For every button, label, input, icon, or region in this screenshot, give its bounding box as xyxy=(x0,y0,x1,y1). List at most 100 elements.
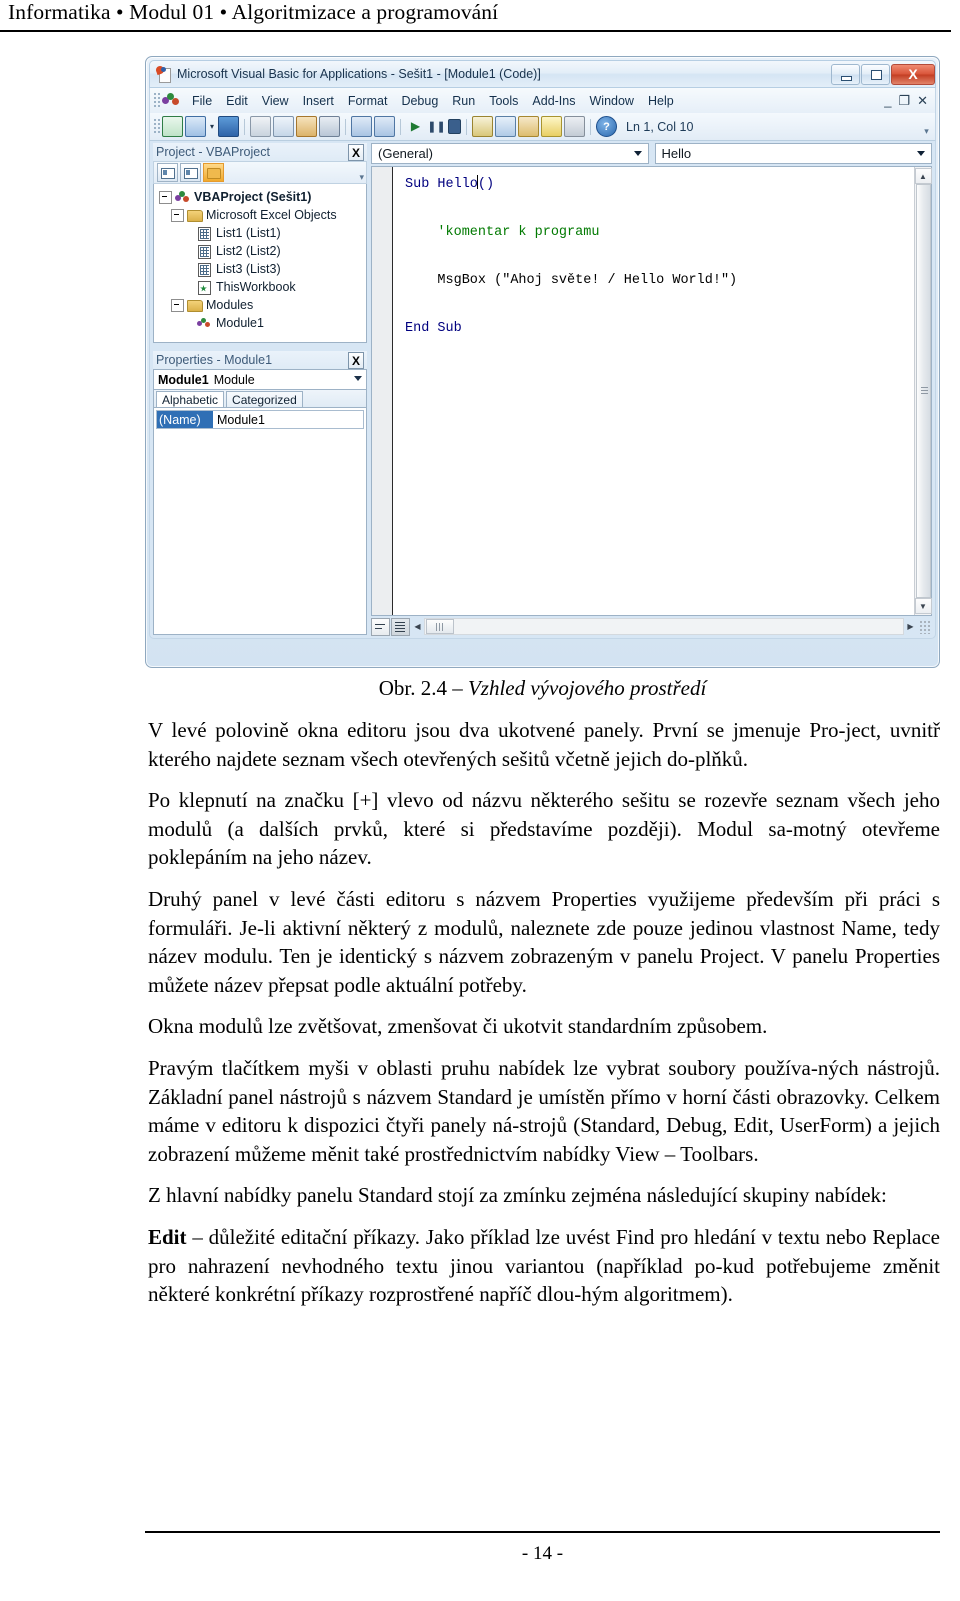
tree-item-vbaproject[interactable]: VBAProject (Sešit1) xyxy=(159,188,364,206)
view-object-icon[interactable] xyxy=(180,163,201,182)
menu-item-tools[interactable]: Tools xyxy=(482,92,525,110)
insert-dropdown-arrow-icon[interactable]: ▾ xyxy=(208,117,216,136)
horizontal-scroll-thumb[interactable] xyxy=(426,619,454,634)
tree-item-excel-objects[interactable]: Microsoft Excel Objects xyxy=(171,206,364,224)
code-vertical-scrollbar[interactable]: ▲ ▼ xyxy=(914,167,932,615)
maximize-icon xyxy=(871,69,882,80)
break-icon[interactable]: ❚❚ xyxy=(427,117,446,136)
help-icon[interactable]: ? xyxy=(596,116,617,137)
tree-item-thisworkbook[interactable]: ThisWorkbook xyxy=(183,278,364,296)
menu-bar-grip[interactable] xyxy=(153,92,161,109)
minimize-button[interactable] xyxy=(831,63,860,85)
vertical-scroll-track[interactable] xyxy=(915,184,931,598)
toolbar-separator xyxy=(345,118,346,135)
tab-alphabetic[interactable]: Alphabetic xyxy=(156,391,225,407)
maximize-button[interactable] xyxy=(861,63,890,85)
design-mode-icon[interactable] xyxy=(472,116,493,137)
code-text-area[interactable]: Sub Hello() 'komentar k programu MsgBox … xyxy=(393,167,914,615)
properties-grid[interactable]: (Name) Module1 xyxy=(153,407,367,635)
insert-userform-icon[interactable] xyxy=(185,116,206,137)
project-explorer-close-icon[interactable]: X xyxy=(348,144,364,161)
horizontal-scroll-track[interactable] xyxy=(424,618,904,635)
scroll-left-icon[interactable]: ◀ xyxy=(411,619,424,634)
scroll-right-icon[interactable]: ▶ xyxy=(904,619,917,634)
find-icon[interactable] xyxy=(319,116,340,137)
full-module-view-icon[interactable] xyxy=(391,617,410,636)
cursor-position-indicator: Ln 1, Col 10 xyxy=(626,119,694,134)
properties-window-icon[interactable] xyxy=(518,116,539,137)
worksheet-icon xyxy=(197,226,212,241)
menu-item-debug[interactable]: Debug xyxy=(394,92,445,110)
code-editor-frame: Sub Hello() 'komentar k programu MsgBox … xyxy=(371,166,932,616)
undo-icon[interactable] xyxy=(351,116,372,137)
property-row-name[interactable]: (Name) Module1 xyxy=(156,410,364,429)
paste-icon[interactable] xyxy=(296,116,317,137)
project-explorer-icon[interactable] xyxy=(495,116,516,137)
tree-item-list3[interactable]: List3 (List3) xyxy=(183,260,364,278)
expander-icon[interactable] xyxy=(159,190,172,204)
properties-object-name: Module1 xyxy=(158,372,209,387)
tree-item-modules-folder[interactable]: Modules xyxy=(171,296,364,314)
property-value[interactable]: Module1 xyxy=(213,413,265,427)
chevron-down-icon[interactable] xyxy=(917,151,925,156)
mdi-close-icon[interactable]: ✕ xyxy=(917,93,928,109)
toggle-folders-icon[interactable] xyxy=(203,163,224,182)
object-combo[interactable]: (General) xyxy=(371,143,649,164)
chevron-down-icon[interactable] xyxy=(633,151,642,156)
procedure-view-icon[interactable] xyxy=(371,617,390,636)
paragraph-3: Druhý panel v levé části editoru s názve… xyxy=(148,886,940,997)
running-head-text: Informatika • Modul 01 • Algoritmizace a… xyxy=(8,0,499,24)
tree-item-list1[interactable]: List1 (List1) xyxy=(183,224,364,242)
tree-item-list2[interactable]: List2 (List2) xyxy=(183,242,364,260)
toolbar-grip[interactable] xyxy=(153,118,161,135)
menu-item-run[interactable]: Run xyxy=(445,92,482,110)
tree-item-module1[interactable]: Module1 xyxy=(183,314,364,332)
view-code-icon[interactable] xyxy=(157,163,178,182)
copy-icon[interactable] xyxy=(273,116,294,137)
running-head-rule xyxy=(0,30,951,32)
object-combo-value: (General) xyxy=(378,146,433,161)
scroll-up-icon[interactable]: ▲ xyxy=(914,168,932,184)
menu-item-edit[interactable]: Edit xyxy=(219,92,255,110)
menu-item-file[interactable]: File xyxy=(185,92,219,110)
vertical-scroll-thumb[interactable] xyxy=(915,184,931,598)
cut-icon[interactable] xyxy=(250,116,271,137)
tab-categorized[interactable]: Categorized xyxy=(226,391,303,407)
menu-item-add-ins[interactable]: Add-Ins xyxy=(525,92,582,110)
run-icon[interactable]: ▶ xyxy=(406,117,425,136)
mdi-restore-icon[interactable]: ❐ xyxy=(898,93,910,109)
procedure-combo[interactable]: Hello xyxy=(654,143,932,164)
object-browser-icon[interactable] xyxy=(541,116,562,137)
menu-item-window[interactable]: Window xyxy=(583,92,641,110)
toolbox-icon[interactable] xyxy=(564,116,585,137)
project-explorer-caption: Project - VBAProject X xyxy=(153,143,367,161)
menu-item-insert[interactable]: Insert xyxy=(296,92,341,110)
folder-icon xyxy=(187,208,203,222)
expander-icon[interactable] xyxy=(171,208,184,222)
close-button[interactable]: X xyxy=(891,63,935,85)
properties-close-icon[interactable]: X xyxy=(348,352,364,369)
menu-item-help[interactable]: Help xyxy=(641,92,681,110)
properties-object-type: Module xyxy=(213,372,255,387)
scroll-down-icon[interactable]: ▼ xyxy=(914,598,932,614)
excel-view-icon[interactable] xyxy=(162,116,183,137)
running-head: Informatika • Modul 01 • Algoritmizace a… xyxy=(0,0,960,34)
project-tree[interactable]: VBAProject (Sešit1) Microsoft Excel Obje… xyxy=(153,184,367,343)
paragraph-7-lead: Edit xyxy=(148,1224,187,1249)
code-margin-indicator-bar[interactable] xyxy=(372,167,393,615)
project-toolbar-overflow-icon[interactable]: ▾ xyxy=(359,172,364,183)
toolbar-overflow-icon[interactable]: ▾ xyxy=(921,117,935,137)
menu-item-view[interactable]: View xyxy=(255,92,296,110)
menu-item-format[interactable]: Format xyxy=(341,92,395,110)
properties-caption: Properties - Module1 X xyxy=(153,351,367,369)
resize-grip-icon[interactable] xyxy=(919,619,932,634)
redo-icon[interactable] xyxy=(374,116,395,137)
figure-caption: Obr. 2.4 – Vzhled vývojového prostředí xyxy=(145,676,940,701)
reset-icon[interactable] xyxy=(448,119,461,134)
chevron-down-icon[interactable] xyxy=(354,376,362,381)
save-icon[interactable] xyxy=(218,116,239,137)
properties-object-selector[interactable]: Module1 Module xyxy=(153,369,367,390)
expander-icon[interactable] xyxy=(171,298,184,312)
code-bottom-bar: ◀ ▶ xyxy=(371,617,932,636)
mdi-minimize-icon[interactable]: _ xyxy=(884,93,891,108)
